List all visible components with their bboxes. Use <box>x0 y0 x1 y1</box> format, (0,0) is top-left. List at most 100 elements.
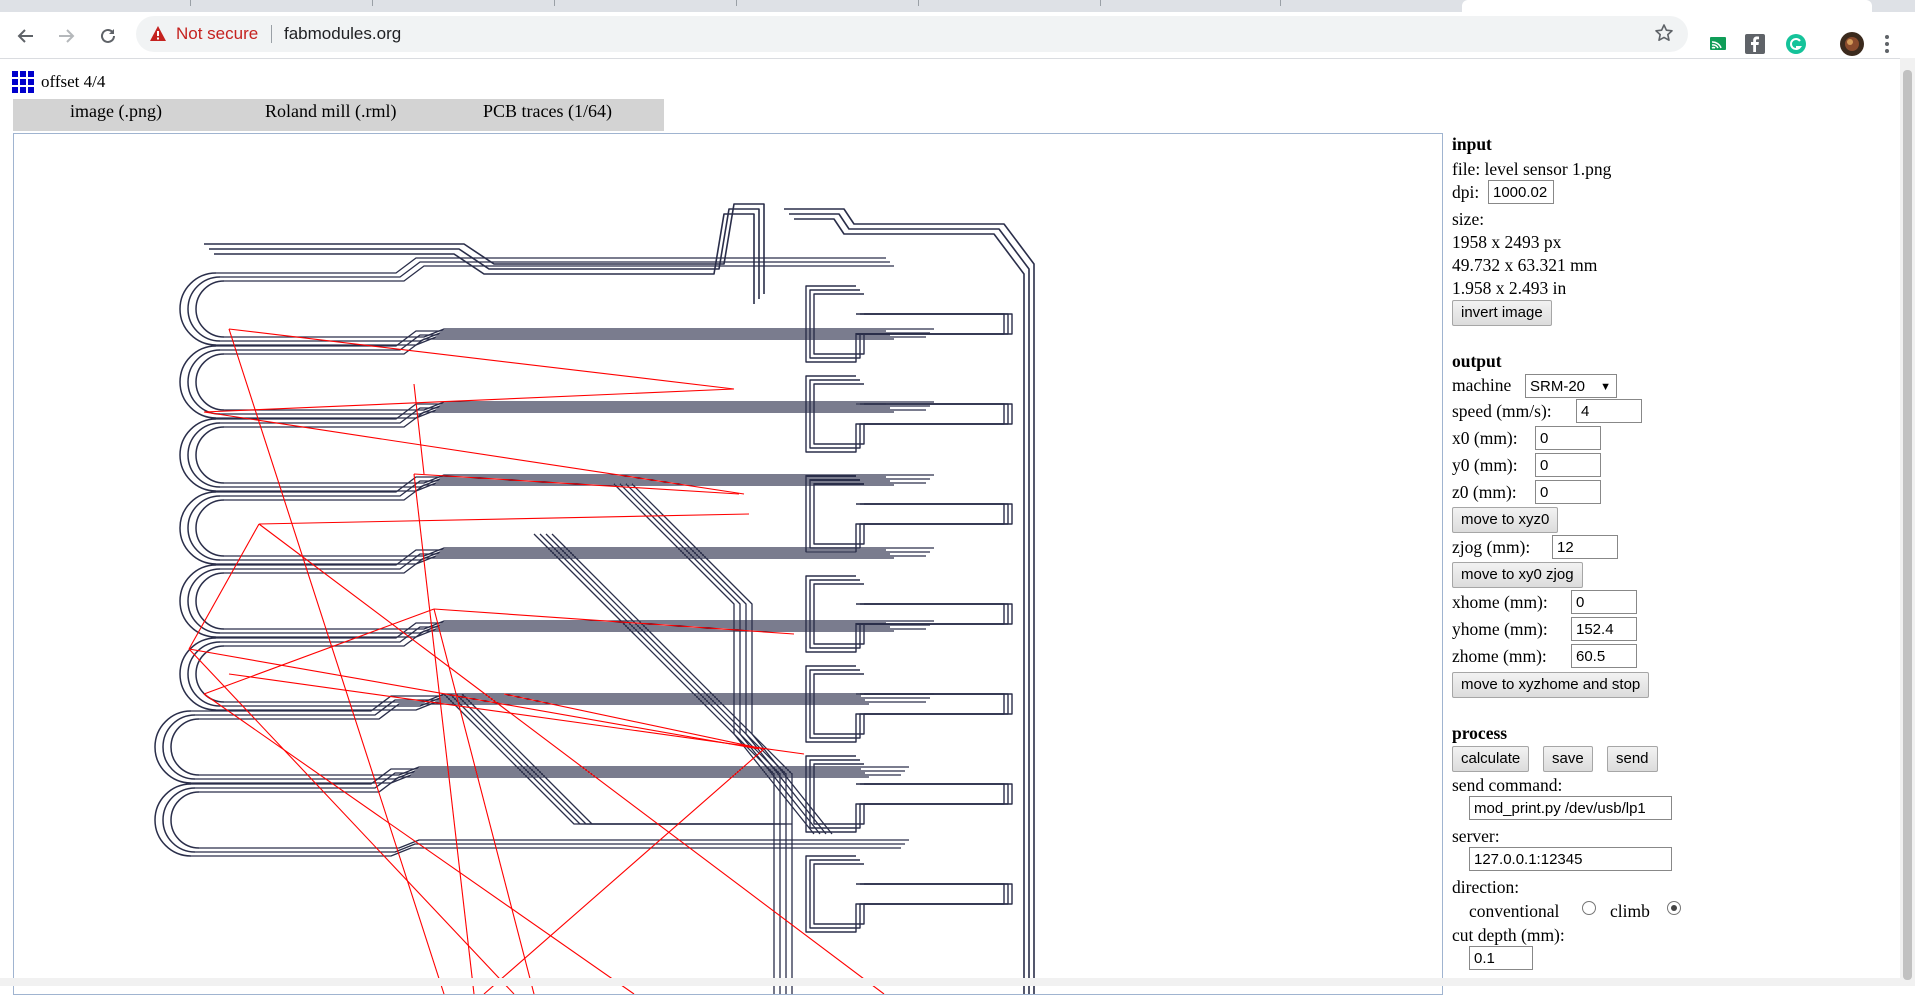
forward-button[interactable] <box>52 22 80 50</box>
chevron-down-icon: ▼ <box>1600 381 1611 393</box>
dpi-label: dpi: <box>1452 182 1480 202</box>
save-button[interactable]: save <box>1543 746 1593 772</box>
facebook-extension-icon[interactable] <box>1743 32 1767 56</box>
pad-outline <box>170 718 200 776</box>
trace-outline <box>443 693 774 825</box>
pad-outline <box>805 285 1013 363</box>
address-bar[interactable]: Not secure fabmodules.org <box>136 16 1688 52</box>
z0-label: z0 (mm): <box>1452 482 1517 502</box>
reload-icon <box>101 28 115 43</box>
pad-outline <box>813 383 1005 445</box>
reload-button[interactable] <box>94 22 122 50</box>
pad-outline <box>805 855 1013 933</box>
send-button[interactable]: send <box>1607 746 1658 772</box>
trace-outline <box>533 533 775 994</box>
cut-depth-input[interactable]: 0.1 <box>1469 946 1533 970</box>
tab-separator <box>736 0 737 6</box>
pad-outline <box>805 375 1013 453</box>
direction-label: direction: <box>1452 877 1520 897</box>
page-title: offset 4/4 <box>41 72 106 91</box>
profile-avatar[interactable] <box>1840 32 1864 56</box>
pad-outline <box>809 379 1009 449</box>
zhome-input[interactable]: 60.5 <box>1571 644 1637 668</box>
machine-select[interactable]: SRM-20 ▼ <box>1525 374 1617 398</box>
server-input[interactable]: 127.0.0.1:12345 <box>1469 847 1672 871</box>
pad-outline <box>813 583 1005 645</box>
tab-separator <box>1100 0 1101 6</box>
machine-label: machine <box>1452 375 1512 395</box>
y0-input[interactable]: 0 <box>1535 453 1601 477</box>
trace-outline <box>551 533 793 994</box>
invert-image-button[interactable]: invert image <box>1452 300 1552 326</box>
arrow-left-icon <box>17 29 33 43</box>
tab-separator <box>918 0 919 6</box>
x0-label: x0 (mm): <box>1452 428 1518 448</box>
cut-depth-label: cut depth (mm): <box>1452 925 1565 945</box>
tab-roland-mill-rml[interactable]: Roland mill (.rml) <box>265 99 396 131</box>
cast-extension-icon[interactable] <box>1706 32 1730 56</box>
rapid-move-line <box>258 513 750 525</box>
send-command-input[interactable]: mod_print.py /dev/usb/lp1 <box>1469 796 1672 820</box>
pad-outline <box>813 863 1005 925</box>
speed-label: speed (mm/s): <box>1452 401 1552 421</box>
trace-outline <box>631 483 833 835</box>
yhome-label: yhome (mm): <box>1452 619 1548 639</box>
scrollbar-thumb[interactable] <box>1903 70 1912 980</box>
browser-menu-button[interactable] <box>1880 32 1894 56</box>
rapid-move-line <box>203 608 435 695</box>
speed-input[interactable]: 4 <box>1576 399 1642 423</box>
pad-outline <box>809 289 1009 359</box>
pad-outline <box>805 475 1013 553</box>
rapid-move-line <box>228 328 735 390</box>
pad-outline <box>195 572 225 630</box>
arrow-right-icon <box>59 29 75 43</box>
conventional-label: conventional <box>1469 901 1560 921</box>
security-label[interactable]: Not secure <box>176 24 258 44</box>
active-browser-tab[interactable] <box>1462 0 1872 12</box>
tab-separator <box>372 0 373 6</box>
xhome-input[interactable]: 0 <box>1571 590 1637 614</box>
dpi-input[interactable]: 1000.02 <box>1488 180 1554 204</box>
climb-radio[interactable] <box>1667 901 1681 915</box>
z0-input[interactable]: 0 <box>1535 480 1601 504</box>
toolpath-drawing <box>154 203 1035 994</box>
warning-triangle-icon <box>150 26 166 41</box>
pad-outline <box>809 479 1009 549</box>
star-icon[interactable] <box>1654 23 1674 43</box>
output-heading: output <box>1452 351 1502 371</box>
process-heading: process <box>1452 723 1508 743</box>
horizontal-scrollbar[interactable] <box>0 978 1900 986</box>
app-header: offset 4/4 <box>12 71 105 93</box>
pad-outline <box>162 714 196 780</box>
pad-outline <box>195 426 225 484</box>
pad-outline <box>187 349 221 415</box>
pad-outline <box>187 422 221 488</box>
back-button[interactable] <box>12 22 40 50</box>
vertical-scrollbar[interactable] <box>1900 58 1915 986</box>
x0-input[interactable]: 0 <box>1535 426 1601 450</box>
zjog-input[interactable]: 12 <box>1552 535 1618 559</box>
pad-outline <box>195 499 225 557</box>
trace-outline <box>784 208 1035 994</box>
grammarly-extension-icon[interactable] <box>1784 32 1808 56</box>
rapid-move-line <box>203 411 745 495</box>
rapid-move-line <box>413 383 425 475</box>
tab-pcb-traces[interactable]: PCB traces (1/64) <box>483 99 612 131</box>
tab-image-png[interactable]: image (.png) <box>70 99 162 131</box>
pad-outline <box>187 276 221 342</box>
conventional-radio[interactable] <box>1582 901 1596 915</box>
move-to-xyz0-button[interactable]: move to xyz0 <box>1452 507 1559 533</box>
move-to-xyzhome-button[interactable]: move to xyzhome and stop <box>1452 672 1650 698</box>
calculate-button[interactable]: calculate <box>1452 746 1530 772</box>
rapid-move-line <box>258 523 885 994</box>
machine-select-value: SRM-20 <box>1530 378 1586 395</box>
url-text[interactable]: fabmodules.org <box>284 24 401 44</box>
pad-outline <box>195 280 225 338</box>
pad-outline <box>809 859 1009 929</box>
move-to-xy0-zjog-button[interactable]: move to xy0 zjog <box>1452 562 1583 588</box>
pad-outline <box>813 483 1005 545</box>
toolpath-canvas[interactable] <box>13 133 1443 995</box>
yhome-input[interactable]: 152.4 <box>1571 617 1637 641</box>
pad-outline <box>805 575 1013 653</box>
address-separator <box>271 25 272 43</box>
